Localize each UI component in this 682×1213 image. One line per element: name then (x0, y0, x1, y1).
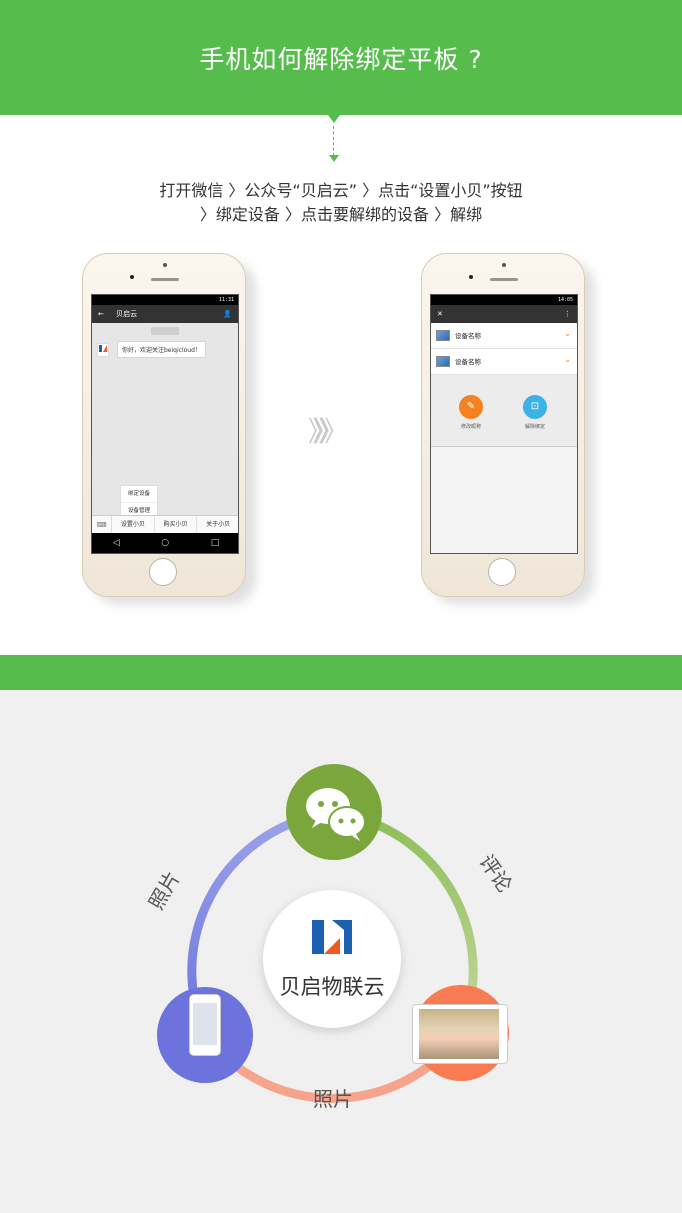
smartphone-icon (189, 994, 221, 1056)
brand-logo-icon (263, 918, 401, 965)
wechat-icon (306, 788, 366, 841)
wechat-node (286, 764, 382, 860)
child-photo (419, 1009, 499, 1059)
center-brand-circle: 贝启物联云 (263, 890, 401, 1028)
feature-ring (187, 815, 478, 1103)
beiqi-logo-icon (312, 920, 352, 954)
center-brand-name: 贝启物联云 (279, 975, 385, 999)
tablet-photo-icon (412, 1004, 508, 1064)
label-photos-bottom: 照片 (313, 1087, 353, 1111)
